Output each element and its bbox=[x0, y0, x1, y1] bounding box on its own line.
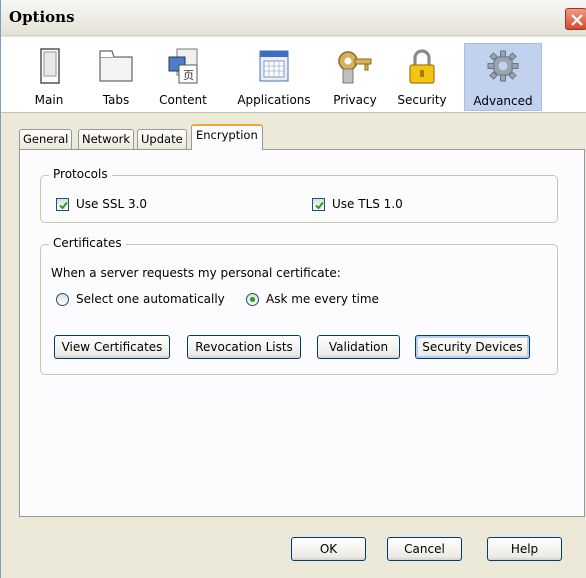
use-ssl-checkbox[interactable]: Use SSL 3.0 bbox=[56, 197, 206, 214]
category-tabs[interactable]: Tabs bbox=[93, 43, 139, 111]
tab-strip: General Network Update Encryption bbox=[1, 120, 586, 150]
certificates-legend: Certificates bbox=[49, 236, 126, 250]
checkmark-icon bbox=[315, 201, 324, 210]
tab-general[interactable]: General bbox=[19, 129, 73, 149]
category-content[interactable]: 页 Content bbox=[154, 43, 212, 111]
category-advanced[interactable]: Advanced bbox=[464, 43, 542, 111]
tab-update[interactable]: Update bbox=[137, 129, 187, 149]
category-privacy[interactable]: Privacy bbox=[329, 43, 381, 111]
validation-button[interactable]: Validation bbox=[317, 335, 400, 359]
ssl-label: Use SSL 3.0 bbox=[76, 197, 148, 211]
category-label: Advanced bbox=[473, 94, 533, 108]
applications-icon bbox=[259, 50, 289, 82]
ssl-checkbox-box[interactable] bbox=[56, 198, 69, 211]
category-label: Security bbox=[397, 93, 447, 107]
select-automatically-radio[interactable]: Select one automatically bbox=[56, 292, 236, 309]
category-toolbar: Main Tabs 页 Content Applications Privacy… bbox=[1, 37, 586, 113]
ok-button[interactable]: OK bbox=[291, 537, 366, 561]
window-title: Options bbox=[9, 8, 75, 26]
radio-label: Ask me every time bbox=[266, 292, 379, 306]
close-button[interactable] bbox=[565, 8, 586, 30]
certificate-prompt: When a server requests my personal certi… bbox=[51, 266, 341, 280]
help-button[interactable]: Help bbox=[487, 537, 562, 561]
advanced-icon bbox=[487, 50, 519, 82]
protocols-legend: Protocols bbox=[49, 167, 112, 181]
category-main[interactable]: Main bbox=[27, 43, 71, 111]
tls-checkbox-box[interactable] bbox=[312, 198, 325, 211]
use-tls-checkbox[interactable]: Use TLS 1.0 bbox=[312, 197, 462, 214]
privacy-icon bbox=[338, 51, 372, 84]
category-label: Tabs bbox=[102, 93, 130, 107]
tab-network[interactable]: Network bbox=[78, 129, 135, 149]
checkmark-icon bbox=[59, 201, 68, 210]
tls-label: Use TLS 1.0 bbox=[332, 197, 403, 211]
radio-circle[interactable] bbox=[246, 293, 259, 306]
cancel-button[interactable]: Cancel bbox=[387, 537, 462, 561]
category-label: Main bbox=[34, 93, 64, 107]
ask-every-time-radio[interactable]: Ask me every time bbox=[246, 292, 406, 309]
category-label: Privacy bbox=[333, 93, 377, 107]
radio-selected-dot bbox=[250, 297, 255, 302]
revocation-lists-button[interactable]: Revocation Lists bbox=[187, 335, 301, 359]
encryption-panel: Protocols Use SSL 3.0 Use TLS 1.0 Certif… bbox=[19, 149, 585, 517]
svg-text:页: 页 bbox=[183, 69, 194, 82]
close-icon bbox=[571, 14, 583, 26]
category-security[interactable]: Security bbox=[395, 43, 449, 111]
options-window: Options Main Tabs 页 Content Applications… bbox=[0, 0, 586, 578]
content-icon: 页 bbox=[168, 48, 198, 84]
main-icon bbox=[40, 48, 60, 84]
security-devices-button[interactable]: Security Devices bbox=[415, 335, 530, 359]
tab-encryption[interactable]: Encryption bbox=[191, 124, 263, 150]
radio-circle[interactable] bbox=[56, 293, 69, 306]
security-icon bbox=[409, 49, 435, 84]
tabs-icon bbox=[99, 50, 133, 82]
radio-label: Select one automatically bbox=[76, 292, 225, 306]
view-certificates-button[interactable]: View Certificates bbox=[54, 335, 170, 359]
category-label: Applications bbox=[237, 93, 311, 107]
protocols-group: Protocols Use SSL 3.0 Use TLS 1.0 bbox=[40, 167, 558, 223]
category-applications[interactable]: Applications bbox=[234, 43, 314, 111]
category-label: Content bbox=[159, 93, 207, 107]
title-bar: Options bbox=[1, 0, 586, 36]
certificates-group: Certificates When a server requests my p… bbox=[40, 236, 558, 375]
